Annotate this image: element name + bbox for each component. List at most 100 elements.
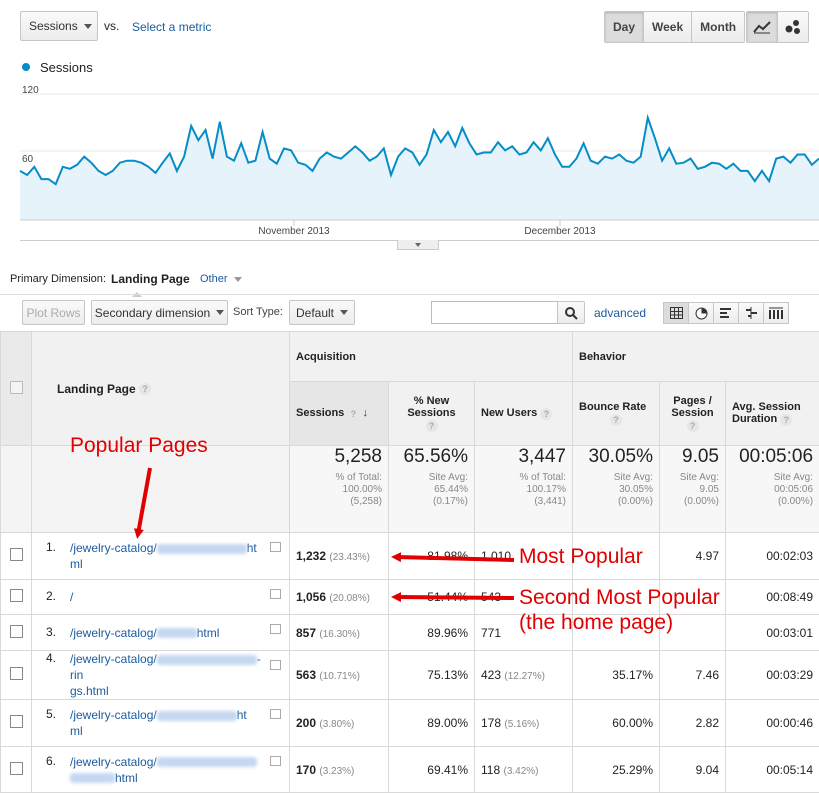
legend-swatch bbox=[22, 63, 30, 71]
sessions-cell: 1,056 (20.08%) bbox=[290, 580, 389, 615]
secondary-dimension-select[interactable]: Secondary dimension bbox=[91, 300, 228, 325]
behavior-group-header: Behavior bbox=[573, 332, 819, 382]
week-button[interactable]: Week bbox=[644, 12, 692, 42]
external-link-icon[interactable] bbox=[270, 624, 281, 634]
search-input[interactable] bbox=[431, 301, 558, 324]
pivot-view-button[interactable] bbox=[764, 303, 788, 323]
row-number: 2. bbox=[46, 589, 70, 603]
external-link-icon[interactable] bbox=[270, 709, 281, 719]
pct-new-cell: 69.41% bbox=[389, 747, 475, 793]
annotation-second-most: Second Most Popular(the home page) bbox=[519, 585, 720, 635]
pivot-view-icon bbox=[769, 307, 783, 319]
help-icon[interactable]: ? bbox=[780, 414, 792, 426]
landing-page-link[interactable]: /jewelry-catalog/html bbox=[70, 754, 265, 786]
external-link-icon[interactable] bbox=[270, 660, 281, 670]
chevron-down-icon bbox=[216, 310, 224, 315]
row-checkbox[interactable] bbox=[10, 715, 23, 728]
row-number: 6. bbox=[46, 754, 70, 768]
select-all-checkbox[interactable] bbox=[10, 381, 23, 394]
totals-pct-new: 65.56%Site Avg:65.44%(0.17%) bbox=[389, 446, 475, 533]
landing-page-link[interactable]: /jewelry-catalog/html bbox=[70, 625, 265, 641]
totals-duration: 00:05:06Site Avg:00:05:06(0.00%) bbox=[726, 446, 819, 533]
new-users-header[interactable]: New Users ? bbox=[475, 382, 573, 446]
landing-page-link[interactable]: /jewelry-catalog/-rings.html bbox=[70, 651, 265, 699]
row-checkbox[interactable] bbox=[10, 625, 23, 638]
dimension-other[interactable]: Other bbox=[200, 273, 242, 285]
chart-collapse-handle[interactable] bbox=[397, 240, 439, 250]
landing-page-header[interactable]: Landing Page ? bbox=[32, 332, 290, 446]
landing-page-link[interactable]: / bbox=[70, 589, 265, 605]
duration-cell: 00:02:03 bbox=[726, 533, 819, 580]
line-chart-icon bbox=[753, 20, 771, 34]
pct-new-sessions-header[interactable]: % New Sessions? bbox=[389, 382, 475, 446]
external-link-icon[interactable] bbox=[270, 589, 281, 599]
new-users-cell: 423 (12.27%) bbox=[475, 651, 573, 700]
external-link-icon[interactable] bbox=[270, 756, 281, 766]
xtick-december: December 2013 bbox=[524, 226, 596, 237]
metric-select[interactable]: Sessions bbox=[20, 11, 98, 41]
pie-view-button[interactable] bbox=[689, 303, 714, 323]
landing-page-cell: 6./jewelry-catalog/html bbox=[32, 747, 290, 793]
help-icon[interactable]: ? bbox=[139, 383, 151, 395]
totals-new-users: 3,447% of Total:100.17%(3,441) bbox=[475, 446, 573, 533]
landing-page-cell: 2./ bbox=[32, 580, 290, 615]
external-link-icon[interactable] bbox=[270, 542, 281, 552]
help-icon[interactable]: ? bbox=[687, 420, 699, 432]
redacted-segment bbox=[70, 773, 115, 783]
row-checkbox[interactable] bbox=[10, 667, 23, 680]
landing-page-link[interactable]: /jewelry-catalog/html bbox=[70, 707, 265, 739]
sessions-cell: 857 (16.30%) bbox=[290, 615, 389, 651]
bounce-cell: 25.29% bbox=[573, 747, 660, 793]
sessions-cell: 563 (10.71%) bbox=[290, 651, 389, 700]
help-icon[interactable]: ? bbox=[540, 408, 552, 420]
help-icon[interactable]: ? bbox=[347, 408, 359, 420]
plot-rows-button[interactable]: Plot Rows bbox=[22, 300, 85, 325]
bounce-rate-header[interactable]: Bounce Rate? bbox=[573, 382, 660, 446]
view-toggle bbox=[663, 302, 789, 324]
select-metric-link[interactable]: Select a metric bbox=[132, 20, 211, 34]
table-view-button[interactable] bbox=[664, 303, 689, 323]
redacted-segment bbox=[157, 711, 237, 721]
duration-cell: 00:08:49 bbox=[726, 580, 819, 615]
totals-bounce: 30.05%Site Avg:30.05%(0.00%) bbox=[573, 446, 660, 533]
pages-session-header[interactable]: Pages / Session? bbox=[660, 382, 726, 446]
row-checkbox[interactable] bbox=[10, 762, 23, 775]
bar-view-button[interactable] bbox=[714, 303, 739, 323]
landing-page-link[interactable]: /jewelry-catalog/html bbox=[70, 540, 265, 572]
day-button[interactable]: Day bbox=[605, 12, 644, 42]
vs-label: vs. bbox=[104, 19, 119, 33]
row-checkbox[interactable] bbox=[10, 589, 23, 602]
primary-dimension-label: Primary Dimension: bbox=[10, 273, 106, 285]
new-users-cell: 118 (3.42%) bbox=[475, 747, 573, 793]
help-icon[interactable]: ? bbox=[610, 414, 622, 426]
acquisition-group-header: Acquisition bbox=[290, 332, 573, 382]
redacted-segment bbox=[157, 757, 257, 767]
advanced-link[interactable]: advanced bbox=[594, 306, 646, 320]
motion-chart-button[interactable] bbox=[778, 12, 808, 42]
sort-type-select[interactable]: Default bbox=[289, 300, 355, 325]
row-number: 5. bbox=[46, 707, 70, 721]
duration-cell: 00:03:01 bbox=[726, 615, 819, 651]
duration-cell: 00:05:14 bbox=[726, 747, 819, 793]
table-row: 4./jewelry-catalog/-rings.html 563 (10.7… bbox=[1, 651, 819, 700]
avg-session-duration-header[interactable]: Avg. Session Duration ? bbox=[726, 382, 819, 446]
sort-down-icon: ↓ bbox=[362, 407, 368, 419]
landing-page-cell: 3./jewelry-catalog/html bbox=[32, 615, 290, 651]
line-chart-button[interactable] bbox=[747, 12, 778, 42]
landing-page-cell: 4./jewelry-catalog/-rings.html bbox=[32, 651, 290, 700]
date-granularity-toggle: Day Week Month bbox=[604, 11, 745, 43]
sessions-header[interactable]: Sessions ? ↓ bbox=[290, 382, 389, 446]
redacted-segment bbox=[157, 544, 247, 554]
duration-cell: 00:03:29 bbox=[726, 651, 819, 700]
row-checkbox[interactable] bbox=[10, 548, 23, 561]
ytick-120: 120 bbox=[22, 85, 39, 96]
help-icon[interactable]: ? bbox=[426, 420, 438, 432]
search-button[interactable] bbox=[557, 301, 585, 324]
pie-view-icon bbox=[695, 307, 708, 320]
dimension-landing-page[interactable]: Landing Page bbox=[111, 272, 190, 286]
month-button[interactable]: Month bbox=[692, 12, 744, 42]
pct-new-cell: 51.44% bbox=[389, 580, 475, 615]
comparison-view-button[interactable] bbox=[739, 303, 764, 323]
table-view-icon bbox=[670, 307, 683, 319]
landing-page-cell: 5./jewelry-catalog/html bbox=[32, 700, 290, 747]
